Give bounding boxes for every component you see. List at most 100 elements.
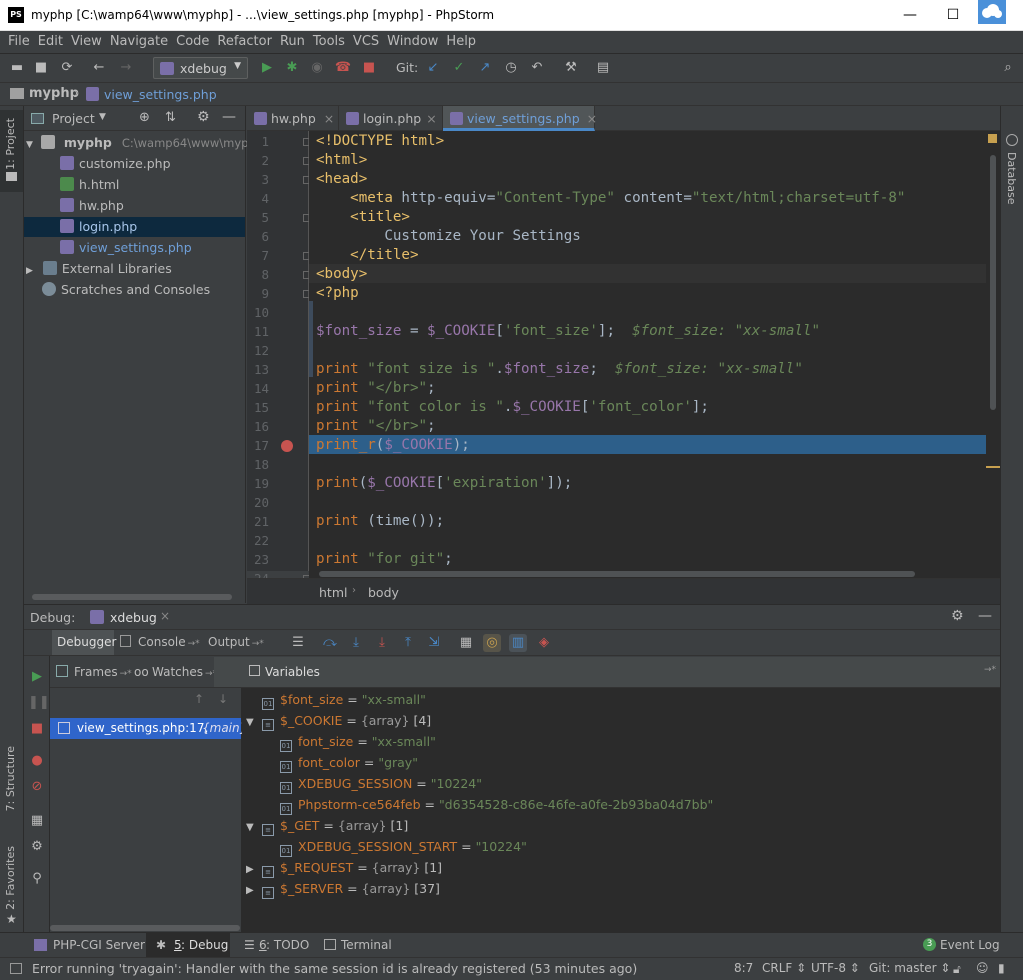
code-line[interactable]: <?php <box>316 284 359 303</box>
variable-row[interactable]: ▼ ≡ $_GET = {array} [1] <box>246 815 408 836</box>
chevron-right-icon[interactable]: ▶ <box>246 859 262 880</box>
variable-row[interactable]: 01 XDEBUG_SESSION_START = "10224" <box>264 836 527 857</box>
code-line[interactable]: print($_COOKIE['expiration']); <box>316 474 572 493</box>
hide-icon[interactable]: — <box>222 109 236 125</box>
code-line[interactable]: print_r($_COOKIE); <box>316 436 470 455</box>
tool-tab-debug[interactable]: ✱ 5 : Debug <box>146 933 230 957</box>
git-branch[interactable]: Git: master ⇕ <box>869 961 950 975</box>
database-tool-tab[interactable]: Database <box>1005 152 1018 205</box>
open-folder-icon[interactable]: ▬ <box>8 59 26 77</box>
editor-hscroll-thumb[interactable] <box>319 571 915 577</box>
variable-row[interactable]: 01 XDEBUG_SESSION = "10224" <box>264 773 482 794</box>
down-arrow-icon[interactable]: ↓ <box>218 692 228 706</box>
editor-gutter[interactable]: 123456789101112131415161718192021222324 <box>247 131 311 586</box>
debug-session-tab[interactable]: xdebug <box>110 610 157 625</box>
tab-console[interactable]: Console →* <box>138 635 200 649</box>
code-line[interactable]: $font_size = $_COOKIE['font_size']; $fon… <box>316 322 820 341</box>
tab-hw[interactable]: hw.php × <box>247 106 339 131</box>
code-line[interactable]: print "for git"; <box>316 550 453 569</box>
code-line[interactable]: print "</br>"; <box>316 379 436 398</box>
nav-project[interactable]: myphp <box>29 86 79 101</box>
phone-debug-icon[interactable]: ☎ <box>334 59 352 77</box>
lock-icon[interactable]: 🔓︎ <box>953 962 961 977</box>
code-line[interactable]: Customize Your Settings <box>316 227 580 246</box>
settings-wrench-icon[interactable]: ⚒ <box>562 59 580 77</box>
frames-icon[interactable]: ▥ <box>509 634 527 652</box>
menu-code[interactable]: Code <box>176 31 209 53</box>
tool-tab-php-cgi[interactable]: PHP-CGI Server <box>53 938 145 952</box>
line-separator[interactable]: CRLF ⇕ <box>762 961 806 975</box>
stop-icon[interactable]: ■ <box>360 59 378 77</box>
tab-frames[interactable]: Frames →* <box>74 665 132 679</box>
vertical-scrollbar[interactable] <box>990 155 996 410</box>
tool-tab-terminal[interactable]: Terminal <box>341 938 392 952</box>
watch-icon[interactable]: ◎ <box>483 634 501 652</box>
search-icon[interactable]: ⌕ <box>999 59 1017 77</box>
menu-edit[interactable]: Edit <box>38 31 63 53</box>
favorites-tool-tab[interactable]: 2: Favorites <box>4 846 17 910</box>
memory-indicator-icon[interactable]: ▮ <box>998 961 1005 975</box>
breadcrumb-item[interactable]: body <box>368 585 399 600</box>
stop-icon[interactable]: ■ <box>28 720 46 738</box>
frames-hscroll[interactable] <box>50 925 240 931</box>
tree-file[interactable]: h.html <box>60 175 119 195</box>
tab-output[interactable]: Output →* <box>208 635 264 649</box>
gear-icon[interactable]: ⚙ <box>197 109 210 125</box>
tree-scratches[interactable]: Scratches and Consoles <box>42 280 210 300</box>
code-line[interactable]: <meta http-equiv="Content-Type" content=… <box>316 189 905 208</box>
hide-icon[interactable]: — <box>978 608 992 624</box>
gear-icon[interactable]: ⚙ <box>28 838 46 856</box>
revert-icon[interactable]: ↶ <box>528 59 546 77</box>
variable-row[interactable]: 01 Phpstorm-ce564feb = "d6354528-c86e-46f… <box>264 794 713 815</box>
menu-help[interactable]: Help <box>446 31 476 53</box>
save-icon[interactable]: ■ <box>32 59 50 77</box>
structure-tool-tab[interactable]: 7: Structure <box>4 746 17 811</box>
tree-file[interactable]: view_settings.php <box>60 238 192 258</box>
inspector-icon[interactable]: ☺ <box>976 961 989 975</box>
encoding[interactable]: UTF-8 ⇕ <box>811 961 860 975</box>
variable-row[interactable]: ▶ ≡ $_SERVER = {array} [37] <box>246 878 440 899</box>
menu-tools[interactable]: Tools <box>313 31 345 53</box>
tab-watches[interactable]: Watches →* <box>152 665 217 679</box>
mute-breakpoints-icon[interactable]: ⊘ <box>28 778 46 796</box>
sync-icon[interactable]: ⟳ <box>58 59 76 77</box>
menu-window[interactable]: Window <box>387 31 438 53</box>
variable-row[interactable]: 01 $font_size = "xx-small" <box>246 689 426 710</box>
tree-root[interactable]: ▼ myphp C:\wamp64\www\myph <box>26 133 256 153</box>
pin-icon[interactable]: ⚲ <box>28 870 46 888</box>
code-line[interactable]: print "font size is ".$font_size; $font_… <box>316 360 803 379</box>
run-to-cursor-icon[interactable]: ⇲ <box>425 634 443 652</box>
code-line[interactable]: <title> <box>316 208 410 227</box>
code-editor[interactable]: <!DOCTYPE html> <html> <head> <meta http-e… <box>309 131 1000 571</box>
run-icon[interactable]: ▶ <box>258 59 276 77</box>
close-icon[interactable]: × <box>160 609 170 623</box>
close-icon[interactable]: × <box>426 111 436 126</box>
tree-file-selected[interactable]: login.php <box>24 217 245 237</box>
close-icon[interactable]: × <box>587 111 597 126</box>
menu-navigate[interactable]: Navigate <box>110 31 168 53</box>
tab-view-settings[interactable]: view_settings.php × <box>443 106 597 131</box>
git-push-icon[interactable]: ↗ <box>476 59 494 77</box>
show-execution-point-icon[interactable]: ☰ <box>289 634 307 652</box>
code-line[interactable]: print (time()); <box>316 512 444 531</box>
menu-run[interactable]: Run <box>280 31 305 53</box>
menu-view[interactable]: View <box>71 31 102 53</box>
tab-login[interactable]: login.php × <box>339 106 443 131</box>
debug-icon[interactable]: ✱ <box>283 59 301 77</box>
pin-icon[interactable]: →* <box>984 665 996 675</box>
step-over-icon[interactable]: ⤼ <box>321 634 339 652</box>
tool-tab-todo[interactable]: : TODO <box>266 938 309 952</box>
editor-scroll-markers[interactable] <box>986 131 1000 571</box>
horizontal-scrollbar[interactable] <box>32 594 232 600</box>
nav-file[interactable]: view_settings.php <box>104 87 217 102</box>
up-arrow-icon[interactable]: ↑ <box>194 692 204 706</box>
collapse-all-icon[interactable]: ⇅ <box>165 110 176 125</box>
code-line[interactable]: </title> <box>316 246 418 265</box>
layout-icon[interactable]: ▦ <box>28 812 46 830</box>
back-icon[interactable]: ← <box>90 59 108 77</box>
code-line[interactable]: <head> <box>316 170 367 189</box>
menu-vcs[interactable]: VCS <box>353 31 379 53</box>
variable-row[interactable]: 01 font_size = "xx-small" <box>264 731 436 752</box>
step-out-icon[interactable]: ⤒ <box>399 634 417 652</box>
code-line[interactable]: <html> <box>316 151 367 170</box>
